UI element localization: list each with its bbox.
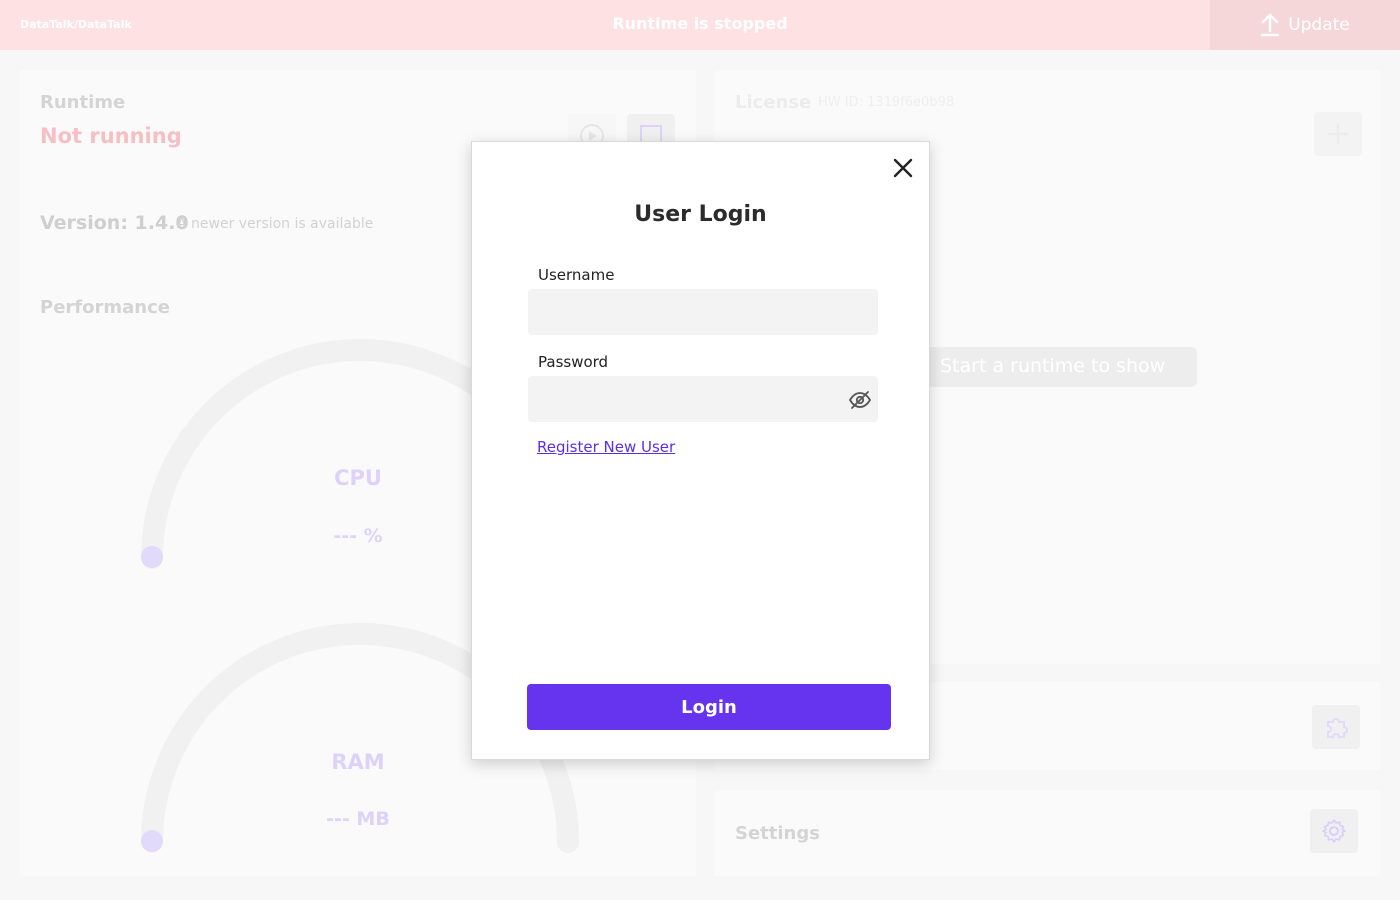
upload-icon [1261,13,1280,37]
login-dialog: User Login Username Password Register Ne… [471,141,930,760]
ram-gauge-indicator [141,830,163,852]
breadcrumb[interactable]: DataTalk/DataTalk [20,18,132,31]
register-new-user-link[interactable]: Register New User [537,438,675,456]
version-label: Version: 1.4.0 [40,212,189,234]
password-input[interactable] [528,376,878,422]
username-label: Username [538,266,615,284]
license-title: License [735,92,812,113]
dialog-title: User Login [634,202,767,227]
cpu-label: CPU [334,466,382,490]
version-note[interactable]: A newer version is available [177,216,373,232]
login-button[interactable]: Login [527,684,891,730]
plus-icon [1327,123,1349,145]
update-label: Update [1288,15,1350,35]
cpu-value: --- % [333,525,383,547]
cpu-gauge-indicator [141,546,163,568]
ram-label: RAM [331,750,385,774]
extensions-button[interactable] [1312,705,1360,749]
runtime-state: Not running [40,124,182,148]
runtime-title: Runtime [40,92,126,113]
runtime-status-banner: Runtime is stopped [612,14,788,33]
license-placeholder: Start a runtime to show [926,347,1197,387]
add-license-button[interactable] [1314,112,1362,156]
performance-title: Performance [40,297,170,318]
puzzle-icon [1327,718,1348,738]
update-button[interactable]: Update [1210,0,1400,50]
username-input[interactable] [528,289,878,335]
hardware-id: HW ID: 1319f6e0b98 [818,95,955,110]
close-icon[interactable] [891,156,915,180]
gear-icon [1322,819,1346,843]
settings-title: Settings [735,823,820,844]
ram-value: --- MB [326,808,390,830]
top-bar: DataTalk/DataTalk Runtime is stopped Upd… [0,0,1400,50]
settings-button[interactable] [1310,809,1358,853]
password-label: Password [538,353,609,371]
hide-password-icon[interactable] [848,388,872,412]
